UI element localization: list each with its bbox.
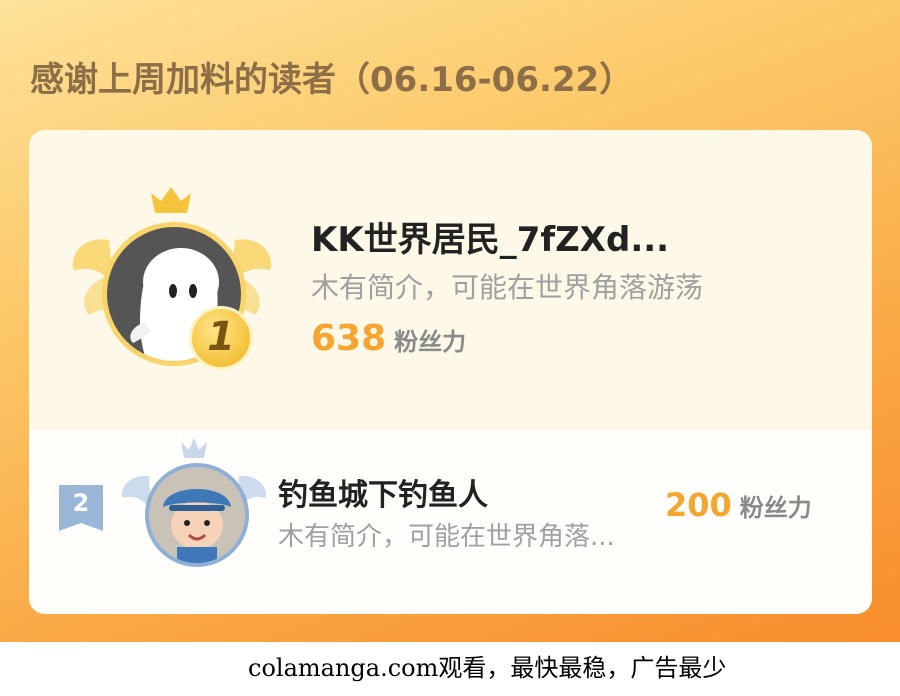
reader-name[interactable]: KK世界居民_7fZXd... (311, 212, 669, 261)
reader-bio: 木有简介，可能在世界角落游荡 (311, 271, 704, 304)
fans-unit: 粉丝力 (739, 494, 812, 522)
reader-name[interactable]: 钓鱼城下钓鱼人 (278, 470, 488, 514)
fans-power: 200 粉丝力 (665, 486, 812, 524)
board-title: 感谢上周加料的读者（06.16-06.22） (30, 60, 634, 100)
rank-number: 2 (72, 489, 90, 517)
rank-1-entry[interactable]: 1 KK世界居民_7fZXd... 木有简介，可能在世界角落游荡 638 粉丝力 (29, 130, 872, 430)
baby-photo-avatar[interactable] (145, 463, 249, 567)
ranking-card: 1 KK世界居民_7fZXd... 木有简介，可能在世界角落游荡 638 粉丝力 … (29, 130, 872, 614)
site-watermark: colamanga.com观看，最快最稳，广告最少 (248, 654, 727, 682)
fans-power: 638 粉丝力 (311, 318, 466, 359)
reader-bio: 木有简介，可能在世界角落... (278, 522, 615, 552)
fans-count: 638 (311, 318, 387, 359)
fans-unit: 粉丝力 (394, 328, 467, 356)
fans-count: 200 (665, 486, 732, 524)
silver-rank-badge-icon: 2 (59, 485, 103, 533)
gold-medal-icon: 1 (189, 306, 253, 370)
crown-icon (151, 187, 191, 213)
supporters-board: 感谢上周加料的读者（06.16-06.22） 1 KK世界居民_7fZXd...… (0, 0, 900, 642)
